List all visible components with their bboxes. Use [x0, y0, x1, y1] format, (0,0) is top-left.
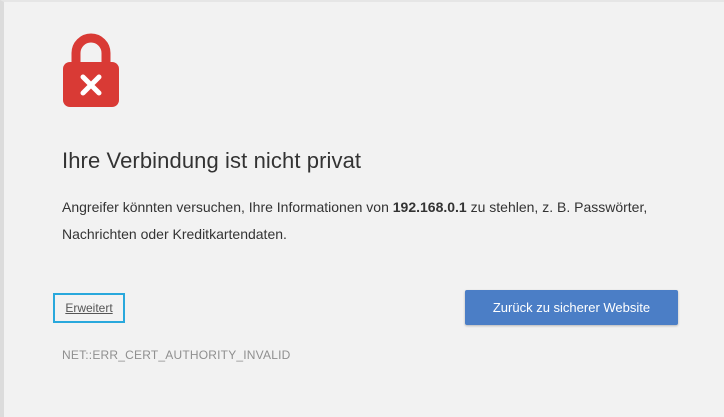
host-name: 192.168.0.1 — [392, 199, 467, 215]
error-code: NET::ERR_CERT_AUTHORITY_INVALID — [62, 348, 291, 362]
back-to-safety-button[interactable]: Zurück zu sicherer Website — [465, 290, 678, 325]
page-title: Ihre Verbindung ist nicht privat — [62, 148, 362, 173]
lock-error-icon — [63, 33, 119, 107]
warning-message: Angreifer könnten versuchen, Ihre Inform… — [62, 194, 662, 248]
message-text-before: Angreifer könnten versuchen, Ihre Inform… — [62, 199, 393, 215]
interstitial-page: Ihre Verbindung ist nicht privat Angreif… — [0, 0, 724, 417]
advanced-link[interactable]: Erweitert — [53, 293, 125, 323]
